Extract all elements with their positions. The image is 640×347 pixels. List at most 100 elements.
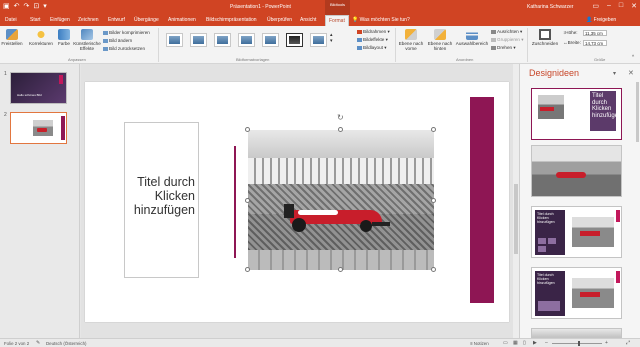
bildlayout-button[interactable]: Bildlayout ▾: [357, 45, 387, 51]
bild-zuruecksetzen-button[interactable]: Bild zurücksetzen: [103, 46, 145, 52]
ribbon: Freistellen Korrekturen Farbe Künstleris…: [0, 26, 640, 64]
width-input[interactable]: 14,73 cm: [583, 40, 607, 46]
rotate-handle-icon[interactable]: ↻: [337, 114, 345, 122]
resize-handle[interactable]: [245, 267, 250, 272]
title-placeholder[interactable]: Titel durch Klicken hinzufügen: [124, 122, 199, 278]
resize-handle[interactable]: [245, 127, 250, 132]
zoom-slider[interactable]: [552, 343, 602, 344]
gruppieren-button[interactable]: Gruppieren ▾: [491, 37, 524, 43]
design-idea-3[interactable]: Titel durch Klicken hinzufügen: [531, 206, 622, 258]
fit-to-window-icon[interactable]: ⤢: [626, 340, 630, 346]
design-idea-5[interactable]: [531, 328, 622, 338]
resize-handle[interactable]: [245, 198, 250, 203]
height-input[interactable]: 11,35 cm: [583, 30, 607, 36]
minimize-icon[interactable]: –: [607, 2, 611, 10]
group-separator: [158, 28, 159, 62]
language-indicator[interactable]: Deutsch (Österreich): [46, 341, 87, 346]
save-icon[interactable]: ▣: [3, 3, 10, 11]
slide-thumbnail-2[interactable]: [10, 112, 67, 144]
slideshow-icon[interactable]: ▶: [533, 340, 537, 346]
korrekturen-button[interactable]: Korrekturen: [28, 29, 54, 46]
freistellen-button[interactable]: Freistellen: [1, 29, 23, 46]
pane-scrollbar-thumb[interactable]: [636, 82, 639, 142]
picture-style-5[interactable]: [262, 33, 279, 47]
notes-button[interactable]: ≡ Notizen: [470, 341, 489, 346]
close-pane-icon[interactable]: ✕: [628, 69, 634, 77]
bildeffekte-button[interactable]: Bildeffekte ▾: [357, 37, 388, 43]
tab-einfuegen[interactable]: Einfügen: [50, 17, 70, 23]
hoehe-label-text: Höhe:: [565, 30, 578, 35]
tab-ueberpruefen[interactable]: Überprüfen: [267, 17, 292, 23]
resize-handle[interactable]: [431, 267, 436, 272]
status-bar: Folie 2 von 2 ✎ Deutsch (Österreich) ≡ N…: [0, 338, 640, 347]
bilder-komprimieren-button[interactable]: Bilder komprimieren: [103, 30, 150, 36]
resize-handle[interactable]: [338, 267, 343, 272]
undo-icon[interactable]: ↶: [14, 3, 20, 11]
tab-bildschirmpraesentation[interactable]: Bildschirmpräsentation: [206, 17, 257, 23]
design-idea-1[interactable]: Titel durch Klicken hinzufügen: [531, 88, 622, 140]
bild-aendern-button[interactable]: Bild ändern: [103, 38, 132, 44]
zoom-slider-thumb[interactable]: [578, 341, 580, 346]
resize-handle[interactable]: [338, 127, 343, 132]
ebene-nach-hinten-button[interactable]: Ebene nach hinten: [426, 29, 454, 51]
pane-options-icon[interactable]: ▾: [613, 70, 616, 77]
tab-format[interactable]: Format: [325, 15, 349, 26]
picture-style-1[interactable]: [166, 33, 183, 47]
auswahlbereich-label: Auswahlbereich: [455, 41, 489, 46]
styles-gallery-scroll[interactable]: ▴ ▾: [330, 32, 333, 44]
customize-qat-icon[interactable]: ▾: [43, 3, 47, 11]
artistic-effects-icon: [81, 29, 93, 40]
picture-style-6[interactable]: [286, 33, 303, 47]
spellcheck-icon[interactable]: ✎: [36, 340, 40, 346]
tab-entwurf[interactable]: Entwurf: [108, 17, 125, 23]
picture-border-icon: [357, 29, 362, 34]
farbe-label: Farbe: [57, 41, 70, 46]
auswahlbereich-button[interactable]: Auswahlbereich: [455, 29, 489, 46]
slide-thumbnail-1[interactable]: Hallo schönes Bild: [10, 72, 67, 104]
zuschneiden-button[interactable]: Zuschneiden: [530, 29, 560, 46]
design-idea-car: [580, 292, 600, 297]
share-button[interactable]: 👤 Freigeben: [586, 17, 616, 23]
race-car-picture[interactable]: [248, 130, 434, 270]
tell-me-search[interactable]: 💡 Was möchten Sie tun?: [352, 17, 410, 23]
farbe-button[interactable]: Farbe: [56, 29, 72, 46]
slide-canvas[interactable]: Titel durch Klicken hinzufügen ↻: [85, 82, 509, 322]
slide-sorter-icon[interactable]: ▦: [513, 340, 518, 346]
gruppieren-label: Gruppieren: [497, 37, 520, 42]
bildrahmen-button[interactable]: Bildrahmen ▾: [357, 29, 390, 35]
picture-style-7[interactable]: [310, 33, 327, 47]
tab-animationen[interactable]: Animationen: [168, 17, 196, 23]
ausrichten-button[interactable]: Ausrichten ▾: [491, 29, 522, 35]
kuenstlerische-effekte-button[interactable]: Künstlerische Effekte: [73, 29, 101, 51]
redo-icon[interactable]: ↷: [24, 3, 30, 11]
bring-forward-icon: [405, 29, 417, 40]
tab-datei[interactable]: Datei: [5, 17, 17, 23]
zoom-out-icon[interactable]: –: [545, 340, 548, 346]
tab-uebergaenge[interactable]: Übergänge: [134, 17, 159, 23]
resize-handle[interactable]: [431, 127, 436, 132]
tab-zeichnen[interactable]: Zeichnen: [78, 17, 99, 23]
design-idea-dark-panel: Titel durch Klicken hinzufügen: [535, 210, 565, 255]
normal-view-icon[interactable]: ▭: [503, 340, 508, 346]
change-picture-icon: [103, 38, 108, 43]
present-icon[interactable]: ⊡: [33, 3, 39, 11]
picture-style-2[interactable]: [190, 33, 207, 47]
maximize-icon[interactable]: □: [619, 2, 623, 10]
zoom-in-icon[interactable]: +: [605, 340, 608, 346]
ebene-nach-vorne-button[interactable]: Ebene nach vorne: [398, 29, 424, 51]
ribbon-display-icon[interactable]: ▭: [592, 2, 599, 10]
design-idea-4[interactable]: Titel durch Klicken hinzufügen: [531, 267, 622, 319]
picture-style-3[interactable]: [214, 33, 231, 47]
resize-handle[interactable]: [431, 198, 436, 203]
title-bar: ▣ ↶ ↷ ⊡ ▾ Präsentation1 - PowerPoint Bil…: [0, 0, 640, 15]
drehen-button[interactable]: Drehen ▾: [491, 45, 516, 51]
collapse-ribbon-icon[interactable]: ^: [632, 54, 634, 60]
tab-start[interactable]: Start: [30, 17, 41, 23]
user-name[interactable]: Katharina Schwarzer: [527, 4, 573, 10]
design-idea-2[interactable]: [531, 145, 622, 197]
tab-ansicht[interactable]: Ansicht: [300, 17, 316, 23]
picture-style-4[interactable]: [238, 33, 255, 47]
close-icon[interactable]: ✕: [631, 2, 637, 10]
reading-view-icon[interactable]: ▯: [523, 340, 526, 346]
scrollbar-thumb[interactable]: [514, 184, 518, 254]
